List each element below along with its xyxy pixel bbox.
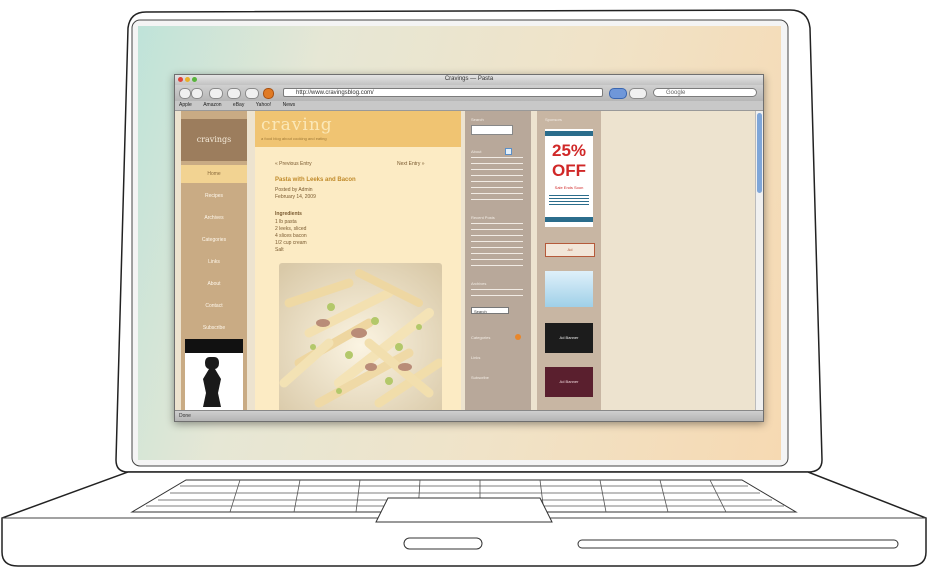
nav-item-archives[interactable]: Archives bbox=[181, 209, 247, 227]
ingredient-item: 1 lb pasta bbox=[275, 219, 297, 225]
rss-icon[interactable] bbox=[505, 148, 512, 155]
sponsor-sidebar: Sponsors 25% OFF Sale Ends Soon Ad Ad Ba… bbox=[537, 111, 601, 411]
book-cover-figure bbox=[203, 357, 221, 407]
feed-icon[interactable] bbox=[515, 334, 521, 340]
sale-ad-footer bbox=[545, 217, 593, 222]
ingredient-item: Salt bbox=[275, 247, 284, 253]
nav-item-categories[interactable]: Categories bbox=[181, 231, 247, 249]
forward-button[interactable] bbox=[191, 88, 203, 99]
previous-entry-link[interactable]: « Previous Entry bbox=[275, 161, 312, 167]
site-tagline: a food blog about cooking and eating bbox=[261, 136, 327, 141]
maroon-ad[interactable]: Ad Banner bbox=[545, 367, 593, 397]
sale-subtext: Sale Ends Soon bbox=[554, 185, 584, 190]
add-bookmark-button[interactable] bbox=[227, 88, 241, 99]
sale-off: OFF bbox=[552, 161, 586, 180]
left-navigation: cravings Home Recipes Archives Categorie… bbox=[181, 111, 247, 411]
bookmark-item[interactable]: eBay bbox=[233, 102, 244, 108]
ingredient-item: 2 leeks, sliced bbox=[275, 226, 307, 232]
pasta-photo-illustration bbox=[279, 263, 442, 411]
vertical-scrollbar[interactable] bbox=[755, 111, 763, 411]
sidebar-text-block bbox=[471, 157, 523, 205]
address-bar[interactable]: http://www.cravingsblog.com/ bbox=[283, 88, 603, 97]
sidebar-section-title: Archives bbox=[471, 281, 487, 286]
sponsor-header: Sponsors bbox=[545, 117, 562, 122]
sale-percent: 25% bbox=[551, 141, 587, 160]
post-title[interactable]: Pasta with Leeks and Bacon bbox=[275, 177, 356, 183]
sale-ad[interactable]: 25% OFF Sale Ends Soon bbox=[545, 129, 593, 227]
browser-window: Cravings — Pasta http://www.cravingsblog… bbox=[174, 74, 764, 422]
site-title[interactable]: craving bbox=[261, 115, 333, 135]
web-page: cravings Home Recipes Archives Categorie… bbox=[175, 111, 763, 411]
archive-select[interactable]: Search bbox=[471, 307, 509, 314]
nav-item-about[interactable]: About bbox=[181, 275, 247, 293]
nav-item-subscribe[interactable]: Subscribe bbox=[181, 319, 247, 337]
nav-item-contact[interactable]: Contact bbox=[181, 297, 247, 315]
home-button[interactable] bbox=[245, 88, 259, 99]
post-meta: February 14, 2009 bbox=[275, 194, 316, 200]
blog-site: cravings Home Recipes Archives Categorie… bbox=[181, 111, 601, 411]
bookmarks-bar: Apple Amazon eBay Yahoo! News bbox=[175, 101, 763, 111]
status-text: Done bbox=[179, 413, 191, 419]
laptop-screen: Cravings — Pasta http://www.cravingsblog… bbox=[138, 26, 781, 460]
bookmark-item[interactable]: Apple bbox=[179, 102, 192, 108]
post-meta: Posted by Admin bbox=[275, 187, 313, 193]
main-content: « Previous Entry Next Entry » Pasta with… bbox=[255, 147, 461, 411]
title-bar: Cravings — Pasta bbox=[175, 75, 763, 85]
nav-item-home[interactable]: Home bbox=[181, 165, 247, 183]
status-bar: Done bbox=[175, 410, 763, 421]
browser-toolbar: http://www.cravingsblog.com/ Google bbox=[175, 85, 763, 101]
sidebar-section-title: About bbox=[471, 149, 482, 154]
pasta-photo[interactable] bbox=[279, 263, 442, 411]
ingredient-item: 1/2 cup cream bbox=[275, 240, 307, 246]
nav-item-links[interactable]: Links bbox=[181, 253, 247, 271]
sidebar-search-label: Search bbox=[471, 117, 484, 122]
bookmark-item[interactable]: Amazon bbox=[203, 102, 221, 108]
snapback-button[interactable] bbox=[629, 88, 647, 99]
site-logo[interactable]: cravings bbox=[181, 119, 247, 161]
book-ad[interactable] bbox=[185, 339, 243, 411]
sidebar: Search About Recent Posts Archives Searc… bbox=[465, 111, 531, 411]
sidebar-section-title: Subscribe bbox=[471, 375, 489, 380]
rss-button[interactable] bbox=[609, 88, 627, 99]
dark-ad[interactable]: Ad Banner bbox=[545, 323, 593, 353]
reload-button[interactable] bbox=[209, 88, 223, 99]
sidebar-search-input[interactable] bbox=[471, 125, 513, 135]
ingredients-title: Ingredients bbox=[275, 211, 302, 217]
blue-ad[interactable] bbox=[545, 271, 593, 307]
next-entry-link[interactable]: Next Entry » bbox=[397, 161, 425, 167]
scrollbar-thumb[interactable] bbox=[757, 113, 762, 193]
back-button[interactable] bbox=[179, 88, 191, 99]
sidebar-text-block bbox=[471, 289, 523, 301]
sidebar-section-title: Links bbox=[471, 355, 481, 360]
site-header: craving a food blog about cooking and ea… bbox=[255, 111, 461, 147]
banner-ad[interactable]: Ad bbox=[545, 243, 595, 257]
rss-icon[interactable] bbox=[263, 88, 274, 99]
bookmark-item[interactable]: News bbox=[283, 102, 296, 108]
bookmark-item[interactable]: Yahoo! bbox=[256, 102, 271, 108]
nav-item-recipes[interactable]: Recipes bbox=[181, 187, 247, 205]
book-ad-banner bbox=[185, 339, 243, 353]
sale-ad-header bbox=[545, 131, 593, 136]
sidebar-text-block bbox=[471, 223, 523, 267]
sidebar-section-title: Categories bbox=[471, 335, 491, 340]
window-title: Cravings — Pasta bbox=[444, 76, 494, 82]
ingredient-item: 4 slices bacon bbox=[275, 233, 307, 239]
search-input[interactable]: Google bbox=[653, 88, 757, 97]
sidebar-section-title: Recent Posts bbox=[471, 215, 495, 220]
sale-subtext-bar bbox=[549, 195, 589, 205]
